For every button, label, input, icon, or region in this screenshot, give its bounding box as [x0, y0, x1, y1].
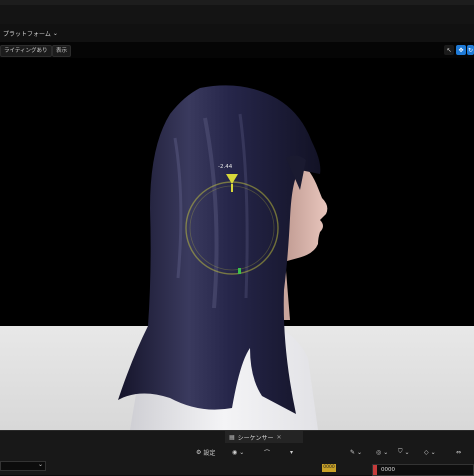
keyframe-frame-badge: 0000 [322, 464, 336, 472]
sequencer-panel: ▦ シーケンサー ✕ ⚙ 設定 ◉ ⌄ ⌒ ▾ ✎ ⌄ ◎ ⌄ ⛉ ⌄ ◇ ⌄ ⇔ ⌄ 0… [0, 430, 474, 476]
lighting-mode-label: ライティングあり [4, 48, 48, 54]
more-options-button[interactable]: ⇔ [456, 445, 461, 459]
close-icon[interactable]: ✕ [277, 434, 282, 441]
platform-menu-button[interactable]: プラットフォーム ⌄ [0, 27, 61, 39]
settings-label: 設定 [203, 449, 216, 457]
level-viewport[interactable]: -2.44 [0, 58, 474, 430]
top-menu-bar [0, 0, 474, 25]
chevron-down-icon: ⌄ [383, 448, 389, 456]
view-options-button[interactable]: ◎ ⌄ [376, 445, 388, 459]
chevron-down-icon: ⌄ [239, 448, 245, 456]
timecode-field[interactable]: 0000 [372, 464, 474, 476]
character-render [118, 85, 328, 430]
move-mode-icon[interactable]: ✥ [456, 45, 466, 55]
tab-sequencer[interactable]: ▦ シーケンサー ✕ [225, 431, 303, 443]
rotate-mode-icon[interactable]: ↻ [467, 45, 474, 55]
chevron-down-icon: ⌄ [404, 448, 410, 456]
sequencer-tab-label: シーケンサー [237, 434, 274, 442]
select-mode-icon[interactable]: ↖ [444, 45, 454, 55]
filter-button[interactable]: ⛉ ⌄ [398, 445, 410, 459]
film-icon: ▦ [229, 433, 235, 441]
settings-button[interactable]: ⚙ 設定 [196, 445, 215, 459]
gizmo-green-marker [238, 268, 241, 274]
show-menu-button[interactable]: 表示 [52, 45, 72, 57]
chevron-down-icon: ⌄ [430, 448, 436, 456]
wrench-icon: ✎ [350, 448, 356, 456]
frame-label: 0000 [323, 465, 335, 470]
magnet-icon: ⌒ [264, 449, 271, 457]
viewport-toolbar: ライティングあり 表示 ↖ ✥ ↻ [0, 42, 474, 58]
left-dropdown[interactable]: ⌄ [0, 461, 46, 471]
chevron-down-icon: ⌄ [357, 448, 363, 456]
key-tool-button[interactable]: ✎ ⌄ [350, 445, 362, 459]
eye-icon: ◎ [376, 448, 382, 456]
filter-icon: ⛉ [398, 448, 403, 455]
timecode-value: 0000 [381, 467, 395, 473]
diamond-icon: ◇ [424, 448, 429, 456]
arrows-icon: ⇔ [456, 448, 462, 456]
marker-icon: ▾ [290, 448, 294, 456]
snap-tool-button[interactable]: ⌒ [264, 445, 270, 459]
chevron-down-icon: ⌄ [37, 461, 43, 468]
platform-toolbar: プラットフォーム ⌄ [0, 24, 474, 43]
lighting-mode-button[interactable]: ライティングあり [0, 45, 52, 57]
show-menu-label: 表示 [56, 48, 68, 54]
playback-options-button[interactable]: ◉ ⌄ [232, 445, 244, 459]
globe-icon: ◉ [232, 448, 238, 456]
curve-editor-button[interactable]: ◇ ⌄ [424, 445, 436, 459]
gizmo-value-readout: -2.44 [218, 164, 233, 170]
gear-icon: ⚙ [196, 448, 202, 456]
marker-tool-button[interactable]: ▾ [290, 445, 293, 459]
title-strip [0, 0, 474, 5]
chevron-down-icon: ⌄ [52, 29, 58, 37]
platform-menu-label: プラットフォーム [3, 30, 51, 38]
